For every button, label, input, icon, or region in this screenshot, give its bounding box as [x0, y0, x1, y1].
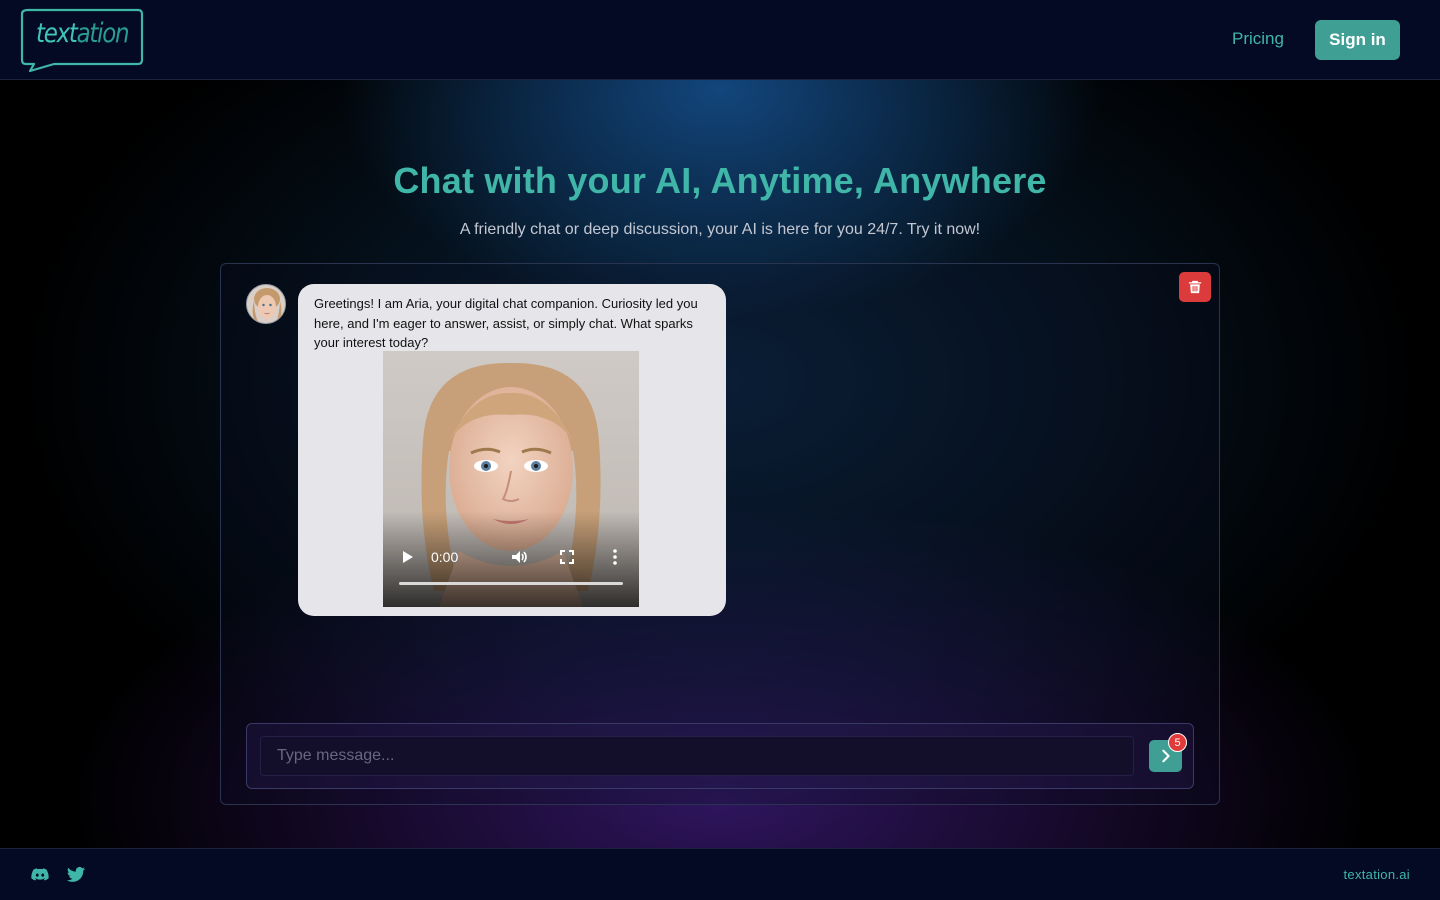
- message-video-player[interactable]: 0:00: [383, 351, 639, 607]
- trash-icon: [1188, 280, 1202, 294]
- logo-text: textation: [36, 18, 130, 50]
- avatar-face-icon: [247, 285, 285, 323]
- video-progress-bar[interactable]: [399, 582, 623, 585]
- site-header: textation Pricing Sign in: [0, 0, 1440, 80]
- remaining-messages-badge: 5: [1168, 733, 1187, 752]
- video-play-icon[interactable]: [397, 547, 417, 567]
- discord-icon[interactable]: [30, 865, 50, 885]
- sign-in-button[interactable]: Sign in: [1315, 20, 1400, 60]
- assistant-message-text: Greetings! I am Aria, your digital chat …: [314, 296, 698, 350]
- logo-text-bold: text: [36, 18, 78, 49]
- video-fullscreen-icon[interactable]: [557, 547, 577, 567]
- logo-text-thin: ation: [76, 18, 130, 49]
- assistant-avatar: [246, 284, 286, 324]
- twitter-icon[interactable]: [66, 865, 86, 885]
- hero-subtitle: A friendly chat or deep discussion, your…: [459, 221, 981, 238]
- message-input[interactable]: [260, 736, 1134, 776]
- nav-pricing-link[interactable]: Pricing: [1232, 29, 1284, 49]
- footer-domain: textation.ai: [1343, 867, 1410, 882]
- logo[interactable]: textation: [20, 8, 144, 74]
- clear-chat-button[interactable]: [1179, 272, 1211, 302]
- chat-panel: Greetings! I am Aria, your digital chat …: [220, 263, 1220, 805]
- hero-title: Chat with your AI, Anytime, Anywhere: [393, 160, 1047, 201]
- video-time: 0:00: [431, 549, 459, 565]
- chevron-right-icon: [1161, 749, 1170, 763]
- video-more-options-icon[interactable]: [605, 547, 625, 567]
- assistant-message-bubble: Greetings! I am Aria, your digital chat …: [298, 284, 726, 616]
- site-footer: textation.ai: [0, 848, 1440, 900]
- message-composer: 5: [246, 723, 1194, 789]
- video-volume-icon[interactable]: [509, 547, 529, 567]
